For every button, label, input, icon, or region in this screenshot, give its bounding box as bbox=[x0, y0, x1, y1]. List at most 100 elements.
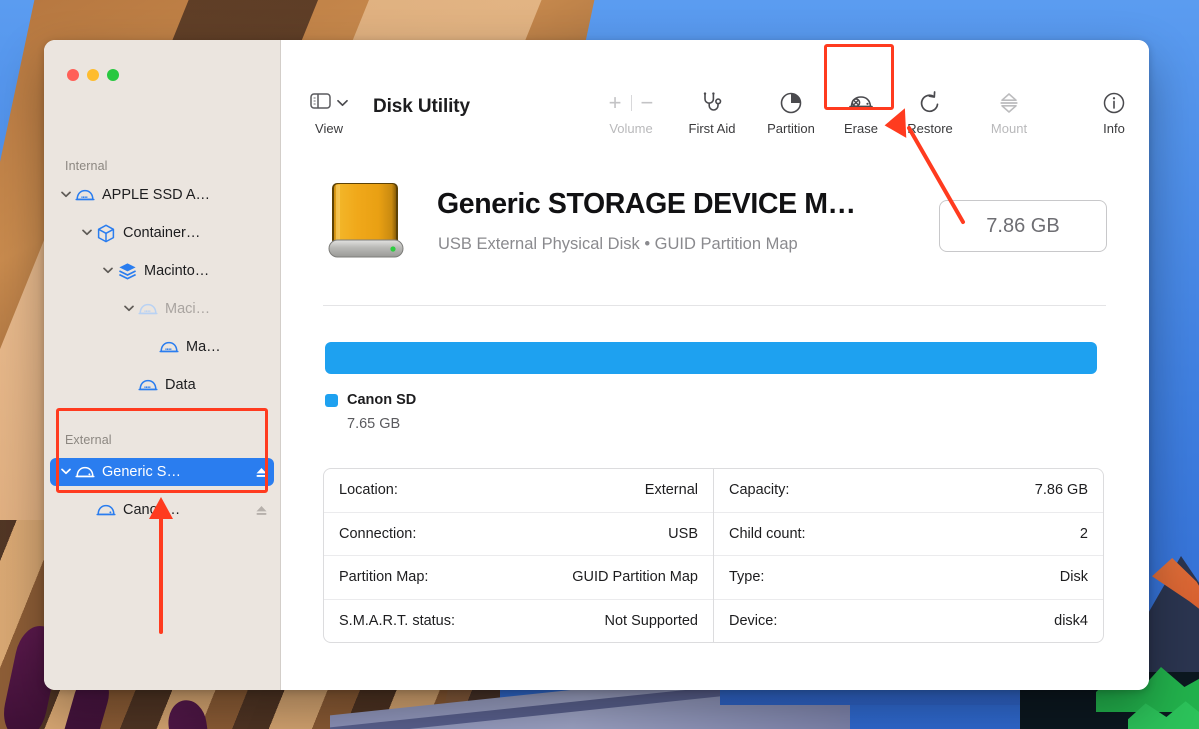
disk-subtitle: USB External Physical Disk • GUID Partit… bbox=[438, 235, 798, 253]
traffic-lights bbox=[67, 69, 119, 81]
eject-icon[interactable] bbox=[255, 466, 268, 479]
external-disk-icon bbox=[74, 465, 96, 480]
sidebar-item-label: Maci… bbox=[165, 301, 211, 317]
info-key: Type: bbox=[729, 569, 765, 586]
sidebar-item-label: APPLE SSD A… bbox=[102, 187, 210, 203]
disk-name: Generic STORAGE DEVICE M… bbox=[437, 188, 856, 220]
info-button[interactable]: Info bbox=[1078, 90, 1149, 136]
mount-button: Mount bbox=[973, 90, 1045, 136]
info-row: Device: disk4 bbox=[714, 600, 1103, 643]
info-row: Capacity: 7.86 GB bbox=[714, 469, 1103, 513]
mount-eject-icon bbox=[997, 90, 1021, 116]
sidebar-section-external: External bbox=[65, 433, 112, 447]
info-value: External bbox=[644, 482, 698, 499]
sidebar-section-internal: Internal bbox=[65, 159, 108, 173]
info-key: Child count: bbox=[729, 525, 806, 542]
chevron-down-icon[interactable] bbox=[100, 266, 116, 277]
external-hard-drive-icon bbox=[327, 180, 407, 262]
info-key: Capacity: bbox=[729, 482, 790, 499]
info-circle-icon bbox=[1102, 90, 1126, 116]
minimize-button[interactable] bbox=[87, 69, 99, 81]
sidebar-item-label: Container… bbox=[123, 225, 201, 241]
close-button[interactable] bbox=[67, 69, 79, 81]
chevron-down-icon[interactable] bbox=[58, 190, 74, 201]
legend-volume-size: 7.65 GB bbox=[347, 416, 401, 432]
zoom-button[interactable] bbox=[107, 69, 119, 81]
info-column-right: Capacity: 7.86 GB Child count: 2 Type: Disk De… bbox=[714, 469, 1103, 642]
sidebar-item-internal-2[interactable]: Macinto… bbox=[50, 257, 274, 285]
eject-icon[interactable] bbox=[255, 504, 268, 517]
disk-header: Generic STORAGE DEVICE M… USB External P… bbox=[281, 144, 1149, 274]
restore-arrow-icon bbox=[918, 90, 942, 116]
mount-label: Mount bbox=[990, 121, 1028, 136]
divider bbox=[630, 95, 632, 111]
chevron-down-icon[interactable] bbox=[121, 304, 137, 315]
legend-swatch bbox=[325, 393, 338, 407]
info-column-left: Location: External Connection: USB Partition… bbox=[324, 469, 714, 642]
info-value: 2 bbox=[1079, 525, 1088, 542]
erase-button[interactable]: Erase bbox=[825, 90, 897, 136]
first-aid-label: First Aid bbox=[688, 121, 736, 136]
restore-label: Restore bbox=[907, 121, 953, 136]
plus-icon: + bbox=[608, 90, 622, 115]
sidebar: Internal External APPLE SSD A… Container…… bbox=[44, 40, 281, 690]
restore-button[interactable]: Restore bbox=[894, 90, 966, 136]
sidebar-item-internal-1[interactable]: Container… bbox=[50, 219, 274, 247]
toolbar: View Disk Utility + − Volume First Aid P… bbox=[281, 40, 1149, 136]
sidebar-icon[interactable] bbox=[310, 92, 331, 114]
info-key: Device: bbox=[729, 612, 778, 629]
capacity-bar bbox=[325, 342, 1097, 374]
info-value: disk4 bbox=[1054, 612, 1088, 629]
info-row: Connection: USB bbox=[324, 513, 713, 556]
chevron-down-icon[interactable] bbox=[79, 228, 95, 239]
view-control[interactable]: View bbox=[298, 90, 360, 136]
info-key: S.M.A.R.T. status: bbox=[339, 612, 456, 629]
disk-icon bbox=[137, 302, 159, 317]
volume-control: + − Volume bbox=[593, 90, 669, 137]
container-icon bbox=[95, 224, 117, 243]
sidebar-item-internal-0[interactable]: APPLE SSD A… bbox=[50, 181, 274, 209]
chevron-down-icon[interactable] bbox=[58, 467, 74, 478]
sidebar-item-label: Data bbox=[165, 377, 196, 393]
stethoscope-icon bbox=[700, 90, 724, 116]
info-row: Type: Disk bbox=[714, 556, 1103, 600]
volume-group-icon bbox=[116, 262, 138, 280]
info-key: Partition Map: bbox=[339, 569, 429, 586]
sidebar-item-external-1[interactable]: Canon… bbox=[50, 496, 274, 524]
info-row: Partition Map: GUID Partition Map bbox=[324, 556, 713, 600]
main-pane: View Disk Utility + − Volume First Aid P… bbox=[281, 40, 1149, 690]
divider bbox=[323, 305, 1106, 306]
partition-button[interactable]: Partition bbox=[755, 90, 827, 136]
info-label: Info bbox=[1103, 121, 1125, 136]
sidebar-item-internal-3[interactable]: Maci… bbox=[50, 295, 274, 323]
info-value: GUID Partition Map bbox=[572, 569, 698, 586]
chevron-down-icon[interactable] bbox=[337, 94, 348, 112]
view-label: View bbox=[315, 121, 343, 136]
disk-info-table: Location: External Connection: USB Partition… bbox=[323, 468, 1104, 643]
info-key: Location: bbox=[339, 482, 398, 499]
info-value: USB bbox=[668, 525, 698, 542]
pie-chart-icon bbox=[779, 90, 803, 116]
disk-icon bbox=[158, 340, 180, 355]
sidebar-item-internal-4[interactable]: Ma… bbox=[50, 333, 274, 361]
volume-label: Volume bbox=[609, 121, 653, 136]
info-row: Location: External bbox=[324, 469, 713, 513]
disk-icon bbox=[137, 378, 159, 393]
info-row: S.M.A.R.T. status: Not Supported bbox=[324, 600, 713, 643]
sidebar-item-internal-5[interactable]: Data bbox=[50, 371, 274, 399]
info-row: Child count: 2 bbox=[714, 513, 1103, 556]
info-value: Disk bbox=[1059, 569, 1088, 586]
capacity-legend: Canon SD 7.65 GB bbox=[325, 392, 416, 432]
sidebar-item-label: Generic S… bbox=[102, 464, 181, 480]
disk-utility-window: Internal External APPLE SSD A… Container…… bbox=[44, 40, 1149, 690]
page-title: Disk Utility bbox=[373, 96, 470, 117]
partition-label: Partition bbox=[767, 121, 815, 136]
sidebar-item-label: Ma… bbox=[186, 339, 221, 355]
erase-disk-icon bbox=[847, 90, 875, 116]
capacity-badge: 7.86 GB bbox=[939, 200, 1107, 252]
external-disk-icon bbox=[95, 503, 117, 518]
sidebar-item-external-0[interactable]: Generic S… bbox=[50, 458, 274, 486]
first-aid-button[interactable]: First Aid bbox=[676, 90, 748, 136]
info-value: Not Supported bbox=[604, 612, 698, 629]
info-value: 7.86 GB bbox=[1034, 482, 1088, 499]
